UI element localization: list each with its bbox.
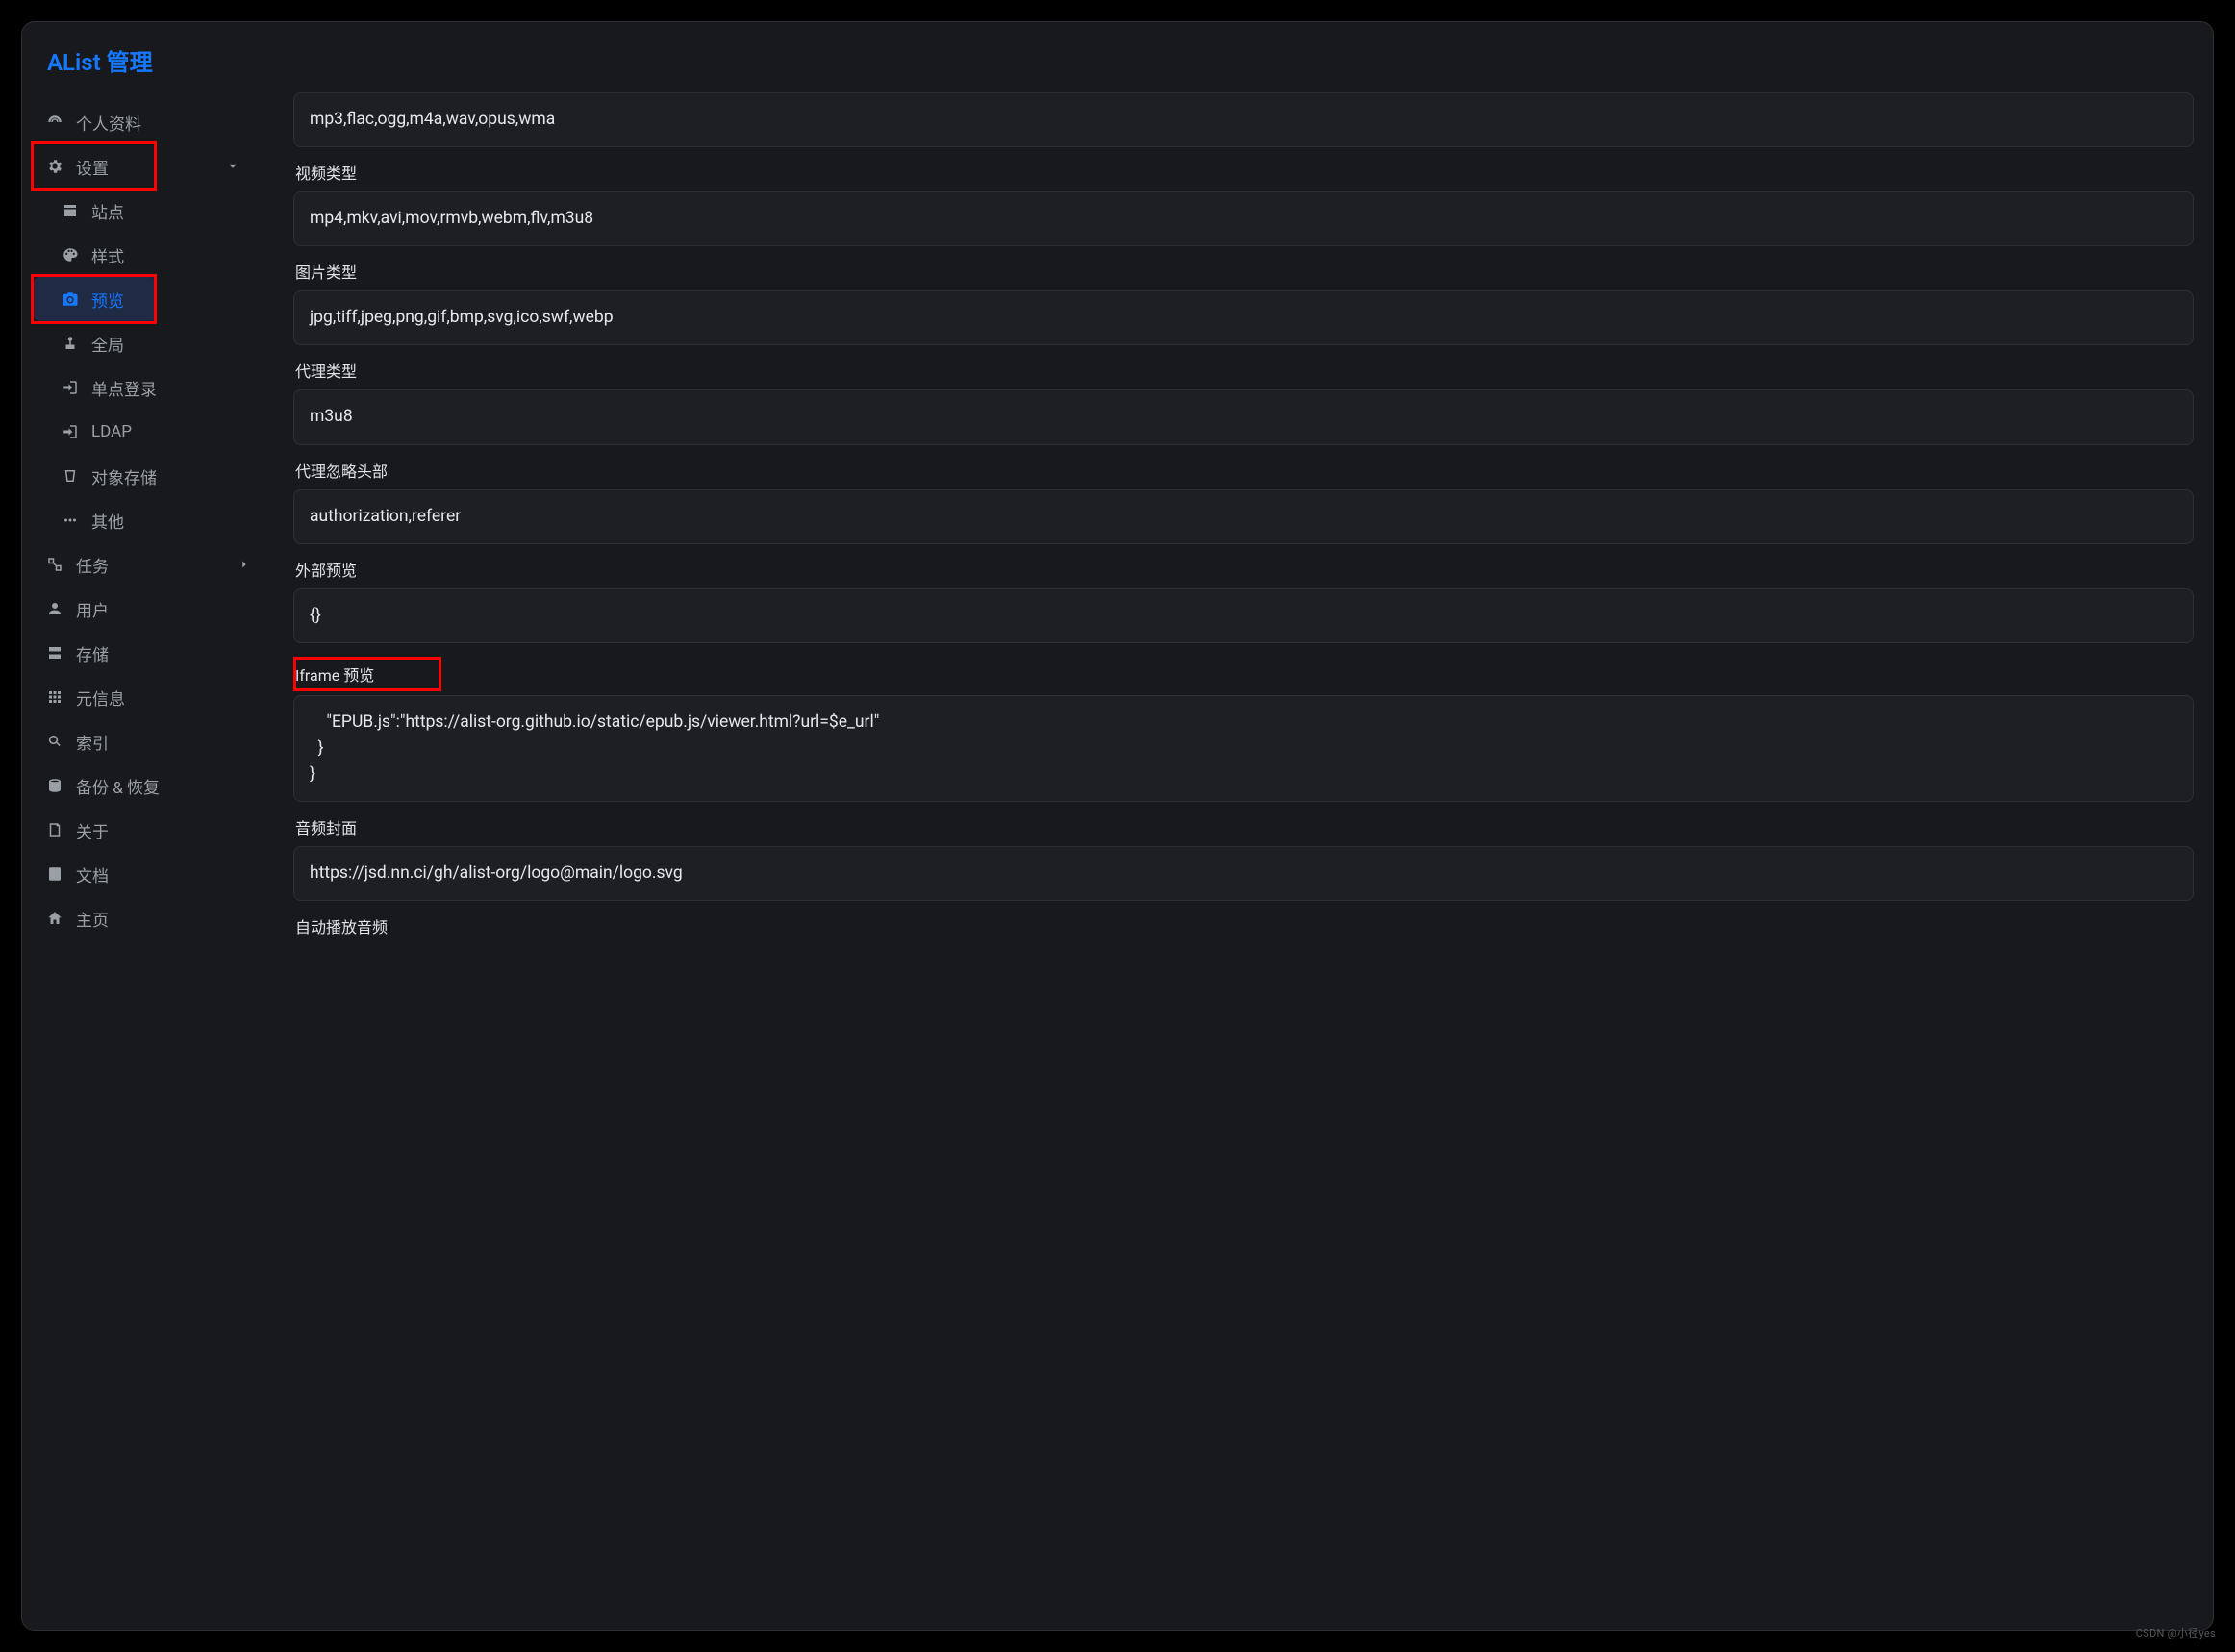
proxy-ignore-headers-label: 代理忽略头部: [295, 459, 2194, 482]
external-previews-input[interactable]: {}: [293, 588, 2194, 643]
note-icon: [45, 820, 64, 839]
app-window: AList 管理 个人资料 设置: [21, 21, 2214, 1631]
video-types-input[interactable]: mp4,mkv,avi,mov,rmvb,webm,flv,m3u8: [293, 191, 2194, 246]
home-icon: [45, 909, 64, 928]
workflow-icon: [45, 555, 64, 574]
book-icon: [45, 864, 64, 884]
dots-icon: [61, 511, 80, 530]
sidebar-item-sso[interactable]: 单点登录: [34, 365, 263, 410]
search-icon: [45, 732, 64, 751]
chevron-down-icon: [226, 160, 239, 173]
sidebar-item-label: 文档: [76, 863, 109, 887]
sidebar-item-home[interactable]: 主页: [34, 896, 263, 940]
sidebar-item-label: LDAP: [91, 422, 132, 441]
sidebar-item-profile[interactable]: 个人资料: [34, 100, 263, 144]
sidebar-item-label: 个人资料: [76, 111, 141, 135]
sidebar-item-meta[interactable]: 元信息: [34, 675, 263, 719]
proxy-ignore-headers-input[interactable]: authorization,referer: [293, 489, 2194, 544]
sidebar-item-label: 全局: [91, 332, 124, 356]
audio-cover-input[interactable]: https://jsd.nn.ci/gh/alist-org/logo@main…: [293, 846, 2194, 901]
dashboard-icon: [45, 113, 64, 132]
settings-preview-panel: mp3,flac,ogg,m4a,wav,opus,wma 视频类型 mp4,m…: [274, 92, 2213, 1630]
sidebar-item-label: 对象存储: [91, 464, 157, 488]
sidebar-item-label: 元信息: [76, 686, 125, 710]
sidebar-item-label: 任务: [76, 553, 109, 577]
login-icon: [61, 378, 80, 397]
app-body: 个人资料 设置 站点: [22, 92, 2213, 1630]
sidebar-item-label: 单点登录: [91, 376, 157, 400]
image-types-input[interactable]: jpg,tiff,jpeg,png,gif,bmp,svg,ico,swf,we…: [293, 290, 2194, 345]
window-icon: [61, 201, 80, 220]
bucket-icon: [61, 466, 80, 486]
sidebar-item-label: 主页: [76, 907, 109, 931]
gear-icon: [45, 157, 64, 176]
sidebar-item-label: 存储: [76, 641, 109, 665]
sidebar-item-other[interactable]: 其他: [34, 498, 263, 542]
sidebar-item-site[interactable]: 站点: [34, 188, 263, 233]
audio-types-input[interactable]: mp3,flac,ogg,m4a,wav,opus,wma: [293, 92, 2194, 147]
sidebar-item-users[interactable]: 用户: [34, 587, 263, 631]
sidebar-item-label: 其他: [91, 509, 124, 533]
grid-icon: [45, 688, 64, 707]
sidebar-item-label: 备份 & 恢复: [76, 774, 160, 798]
audio-cover-label: 音频封面: [295, 815, 2194, 839]
sidebar-item-ldap[interactable]: LDAP: [34, 410, 263, 454]
sidebar-item-docs[interactable]: 文档: [34, 852, 263, 896]
sidebar-settings-submenu: 站点 样式 预览 全局: [34, 188, 263, 542]
sidebar-item-settings[interactable]: 设置: [34, 144, 157, 188]
sidebar-item-object-storage[interactable]: 对象存储: [34, 454, 263, 498]
title-bar: AList 管理: [22, 22, 2213, 92]
login-icon: [61, 422, 80, 441]
server-icon: [45, 643, 64, 663]
chevron-right-icon: [238, 558, 251, 571]
external-previews-label: 外部预览: [295, 558, 2194, 581]
sidebar-item-label: 索引: [76, 730, 109, 754]
iframe-previews-label: Iframe 预览: [295, 666, 374, 685]
audio-autoplay-label: 自动播放音频: [295, 914, 2194, 938]
sidebar-item-label: 用户: [76, 597, 109, 621]
sidebar-item-label: 站点: [91, 199, 124, 223]
sidebar-item-label: 关于: [76, 818, 109, 842]
sidebar-item-label: 设置: [76, 155, 109, 179]
app-title: AList 管理: [47, 43, 2188, 77]
user-icon: [45, 599, 64, 618]
camera-icon: [61, 289, 80, 309]
video-types-label: 视频类型: [295, 161, 2194, 184]
proxy-types-input[interactable]: m3u8: [293, 389, 2194, 444]
proxy-types-label: 代理类型: [295, 359, 2194, 382]
sidebar-item-label: 预览: [91, 288, 124, 312]
sidebar-item-storage[interactable]: 存储: [34, 631, 263, 675]
image-types-label: 图片类型: [295, 260, 2194, 283]
sidebar-item-style[interactable]: 样式: [34, 233, 263, 277]
sidebar-item-backup[interactable]: 备份 & 恢复: [34, 763, 263, 808]
sidebar-item-label: 样式: [91, 243, 124, 267]
iframe-previews-input[interactable]: "EPUB.js":"https://alist-org.github.io/s…: [293, 695, 2194, 802]
palette-icon: [61, 245, 80, 264]
sidebar-item-index[interactable]: 索引: [34, 719, 263, 763]
sidebar-item-global[interactable]: 全局: [34, 321, 263, 365]
database-icon: [45, 776, 64, 795]
joystick-icon: [61, 334, 80, 353]
sidebar-item-tasks[interactable]: 任务: [34, 542, 263, 587]
sidebar-item-preview[interactable]: 预览: [34, 277, 157, 321]
sidebar: 个人资料 设置 站点: [22, 92, 274, 1630]
iframe-previews-label-highlight: Iframe 预览: [293, 657, 441, 691]
sidebar-item-about[interactable]: 关于: [34, 808, 263, 852]
